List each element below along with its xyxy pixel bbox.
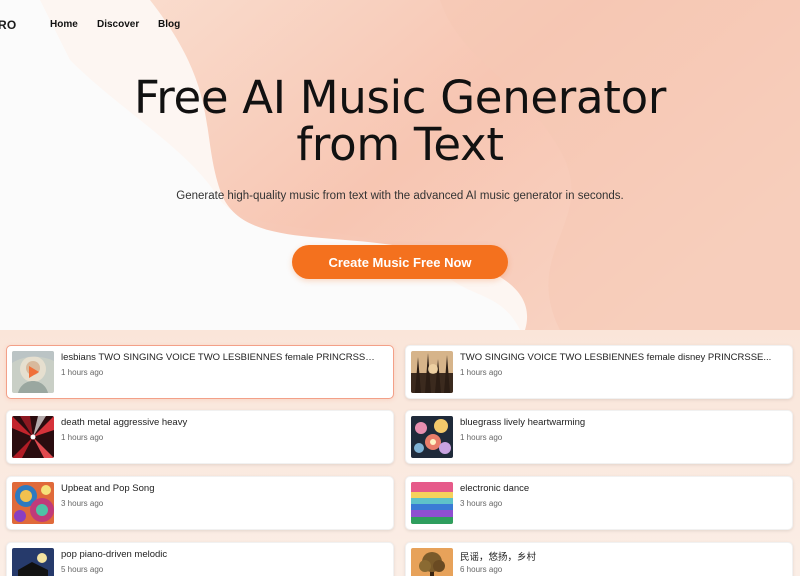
song-time: 1 hours ago: [460, 368, 503, 377]
song-time: 3 hours ago: [460, 499, 503, 508]
play-icon[interactable]: [25, 364, 41, 380]
song-time: 3 hours ago: [61, 499, 104, 508]
song-title: lesbians TWO SINGING VOICE TWO LESBIENNE…: [61, 352, 377, 363]
dreamy-portrait-art-icon: [12, 351, 54, 393]
hero-subtitle: Generate high-quality music from text wi…: [176, 190, 624, 202]
song-title: Upbeat and Pop Song: [61, 483, 155, 494]
song-time: 1 hours ago: [61, 368, 104, 377]
song-title: death metal aggressive heavy: [61, 417, 188, 428]
song-card[interactable]: death metal aggressive heavy 1 hours ago: [6, 410, 394, 464]
red-tunnel-art-icon: [12, 416, 54, 458]
song-card[interactable]: 民谣，悠扬，乡村 6 hours ago: [405, 542, 793, 576]
song-time: 1 hours ago: [61, 433, 104, 442]
nav-discover[interactable]: Discover: [97, 19, 139, 30]
song-card[interactable]: pop piano-driven melodic 5 hours ago: [6, 542, 394, 576]
neon-landscape-art-icon: [411, 482, 453, 524]
song-time: 1 hours ago: [460, 433, 503, 442]
nav-home[interactable]: Home: [50, 19, 78, 30]
song-list: lesbians TWO SINGING VOICE TWO LESBIENNE…: [0, 332, 800, 576]
song-card[interactable]: electronic dance 3 hours ago: [405, 476, 793, 530]
song-title: 民谣，悠扬，乡村: [460, 552, 537, 563]
nav-blog[interactable]: Blog: [158, 19, 180, 30]
song-title: bluegrass lively heartwarming: [460, 417, 586, 428]
page-title: Free AI Music Generator from Text: [0, 74, 800, 168]
floral-night-art-icon: [411, 416, 453, 458]
song-title: TWO SINGING VOICE TWO LESBIENNES female …: [460, 352, 772, 363]
top-nav: RO Home Discover Blog: [0, 0, 800, 50]
create-music-button[interactable]: Create Music Free Now: [292, 245, 508, 279]
song-card[interactable]: TWO SINGING VOICE TWO LESBIENNES female …: [405, 345, 793, 399]
title-line-2: from Text: [296, 118, 504, 171]
brand-logo[interactable]: RO: [0, 18, 16, 32]
forest-silhouette-art-icon: [411, 351, 453, 393]
psychedelic-swirl-art-icon: [12, 482, 54, 524]
piano-night-art-icon: [12, 548, 54, 576]
song-card[interactable]: Upbeat and Pop Song 3 hours ago: [6, 476, 394, 530]
song-title: pop piano-driven melodic: [61, 549, 168, 560]
song-time: 5 hours ago: [61, 565, 104, 574]
song-card[interactable]: bluegrass lively heartwarming 1 hours ag…: [405, 410, 793, 464]
title-line-1: Free AI Music Generator: [133, 71, 667, 124]
song-title: electronic dance: [460, 483, 530, 494]
song-time: 6 hours ago: [460, 565, 503, 574]
hero-section: Free AI Music Generator from Text Genera…: [0, 74, 800, 202]
tree-sunset-art-icon: [411, 548, 453, 576]
song-card[interactable]: lesbians TWO SINGING VOICE TWO LESBIENNE…: [6, 345, 394, 399]
